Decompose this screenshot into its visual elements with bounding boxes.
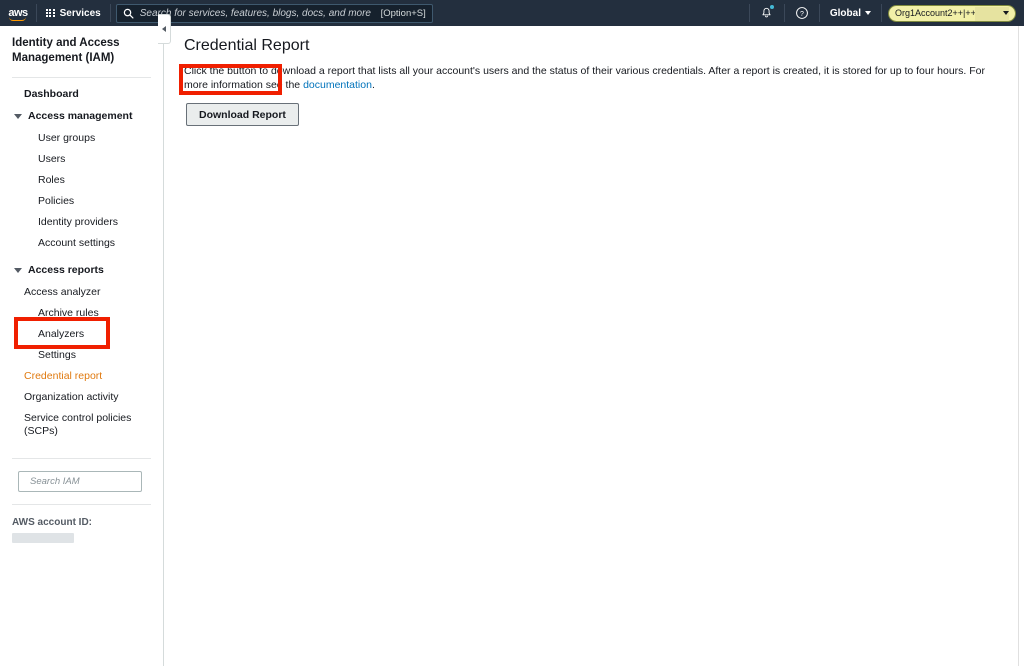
sidebar-item-users[interactable]: Users — [0, 149, 163, 170]
sidebar-group-label: Access reports — [28, 264, 104, 276]
sidebar-search-input[interactable] — [30, 476, 154, 487]
search-input[interactable] — [139, 7, 375, 19]
notification-badge-dot — [769, 5, 774, 9]
notifications-button[interactable] — [750, 0, 784, 26]
page-right-edge — [1018, 26, 1019, 666]
sidebar-item-identity-providers[interactable]: Identity providers — [0, 212, 163, 233]
sidebar-item-roles[interactable]: Roles — [0, 170, 163, 191]
services-menu-button[interactable]: Services — [37, 0, 110, 26]
aws-account-id-label: AWS account ID: — [12, 517, 93, 528]
sidebar-item-archive-rules[interactable]: Archive rules — [0, 303, 163, 324]
chevron-down-icon — [14, 268, 22, 273]
region-label: Global — [829, 7, 861, 19]
sidebar-nav: Dashboard Access management User groups … — [0, 78, 163, 442]
sidebar-search-box[interactable] — [18, 471, 154, 492]
sidebar-item-user-groups[interactable]: User groups — [0, 128, 163, 149]
download-report-container: Download Report — [165, 92, 1024, 126]
account-selector[interactable]: Org1Account2++|++12 — [888, 4, 1016, 22]
sidebar-item-settings[interactable]: Settings — [0, 345, 163, 366]
sidebar-item-service-control-policies[interactable]: Service control policies (SCPs) — [0, 408, 163, 442]
sidebar-item-organization-activity[interactable]: Organization activity — [0, 387, 163, 408]
sidebar-group-access-management[interactable]: Access management — [0, 105, 163, 128]
page-title: Credential Report — [184, 37, 310, 54]
divider — [12, 458, 151, 459]
search-icon — [123, 8, 134, 19]
help-button[interactable]: ? — [785, 0, 819, 26]
sidebar-item-credential-report[interactable]: Credential report — [0, 366, 163, 387]
sidebar-group-access-reports[interactable]: Access reports — [0, 254, 163, 282]
download-report-button[interactable]: Download Report — [186, 103, 299, 126]
iam-sidebar: Identity and Access Management (IAM) Das… — [0, 26, 164, 666]
sidebar-item-access-analyzer[interactable]: Access analyzer — [0, 282, 163, 303]
top-bar-right-group: ? Global Org1Account2++|++12 — [748, 0, 1024, 26]
chevron-left-icon — [162, 26, 166, 32]
sidebar-title: Identity and Access Management (IAM) — [12, 37, 120, 64]
aws-logo-swoosh — [9, 17, 26, 21]
top-navigation-bar: aws Services [Option+S] — [0, 0, 1024, 26]
question-mark-icon: ? — [795, 7, 808, 19]
svg-text:?: ? — [800, 11, 804, 18]
sidebar-item-account-settings[interactable]: Account settings — [0, 233, 163, 254]
page-description: Click the button to download a report th… — [165, 56, 995, 92]
divider — [109, 4, 111, 22]
account-label: Org1Account2++|++12 — [895, 8, 986, 18]
search-shortcut-hint: [Option+S] — [380, 7, 426, 19]
grid-icon — [46, 8, 55, 18]
documentation-link[interactable]: documentation — [303, 79, 372, 91]
aws-logo[interactable]: aws — [0, 0, 36, 26]
chevron-down-icon — [1003, 11, 1009, 15]
chevron-down-icon — [865, 11, 871, 15]
sidebar-item-analyzers[interactable]: Analyzers — [0, 324, 163, 345]
sidebar-item-policies[interactable]: Policies — [0, 191, 163, 212]
sidebar-group-label: Access management — [28, 110, 133, 122]
sidebar-collapse-toggle[interactable] — [158, 14, 171, 44]
main-content: Credential Report Click the button to do… — [165, 26, 1024, 666]
chevron-down-icon — [14, 114, 22, 119]
page-description-text-2: . — [371, 79, 375, 91]
sidebar-item-dashboard[interactable]: Dashboard — [0, 84, 163, 105]
aws-account-id-redaction — [12, 533, 74, 543]
divider — [881, 4, 882, 22]
region-selector[interactable]: Global — [820, 0, 881, 26]
services-menu-label: Services — [59, 7, 101, 19]
